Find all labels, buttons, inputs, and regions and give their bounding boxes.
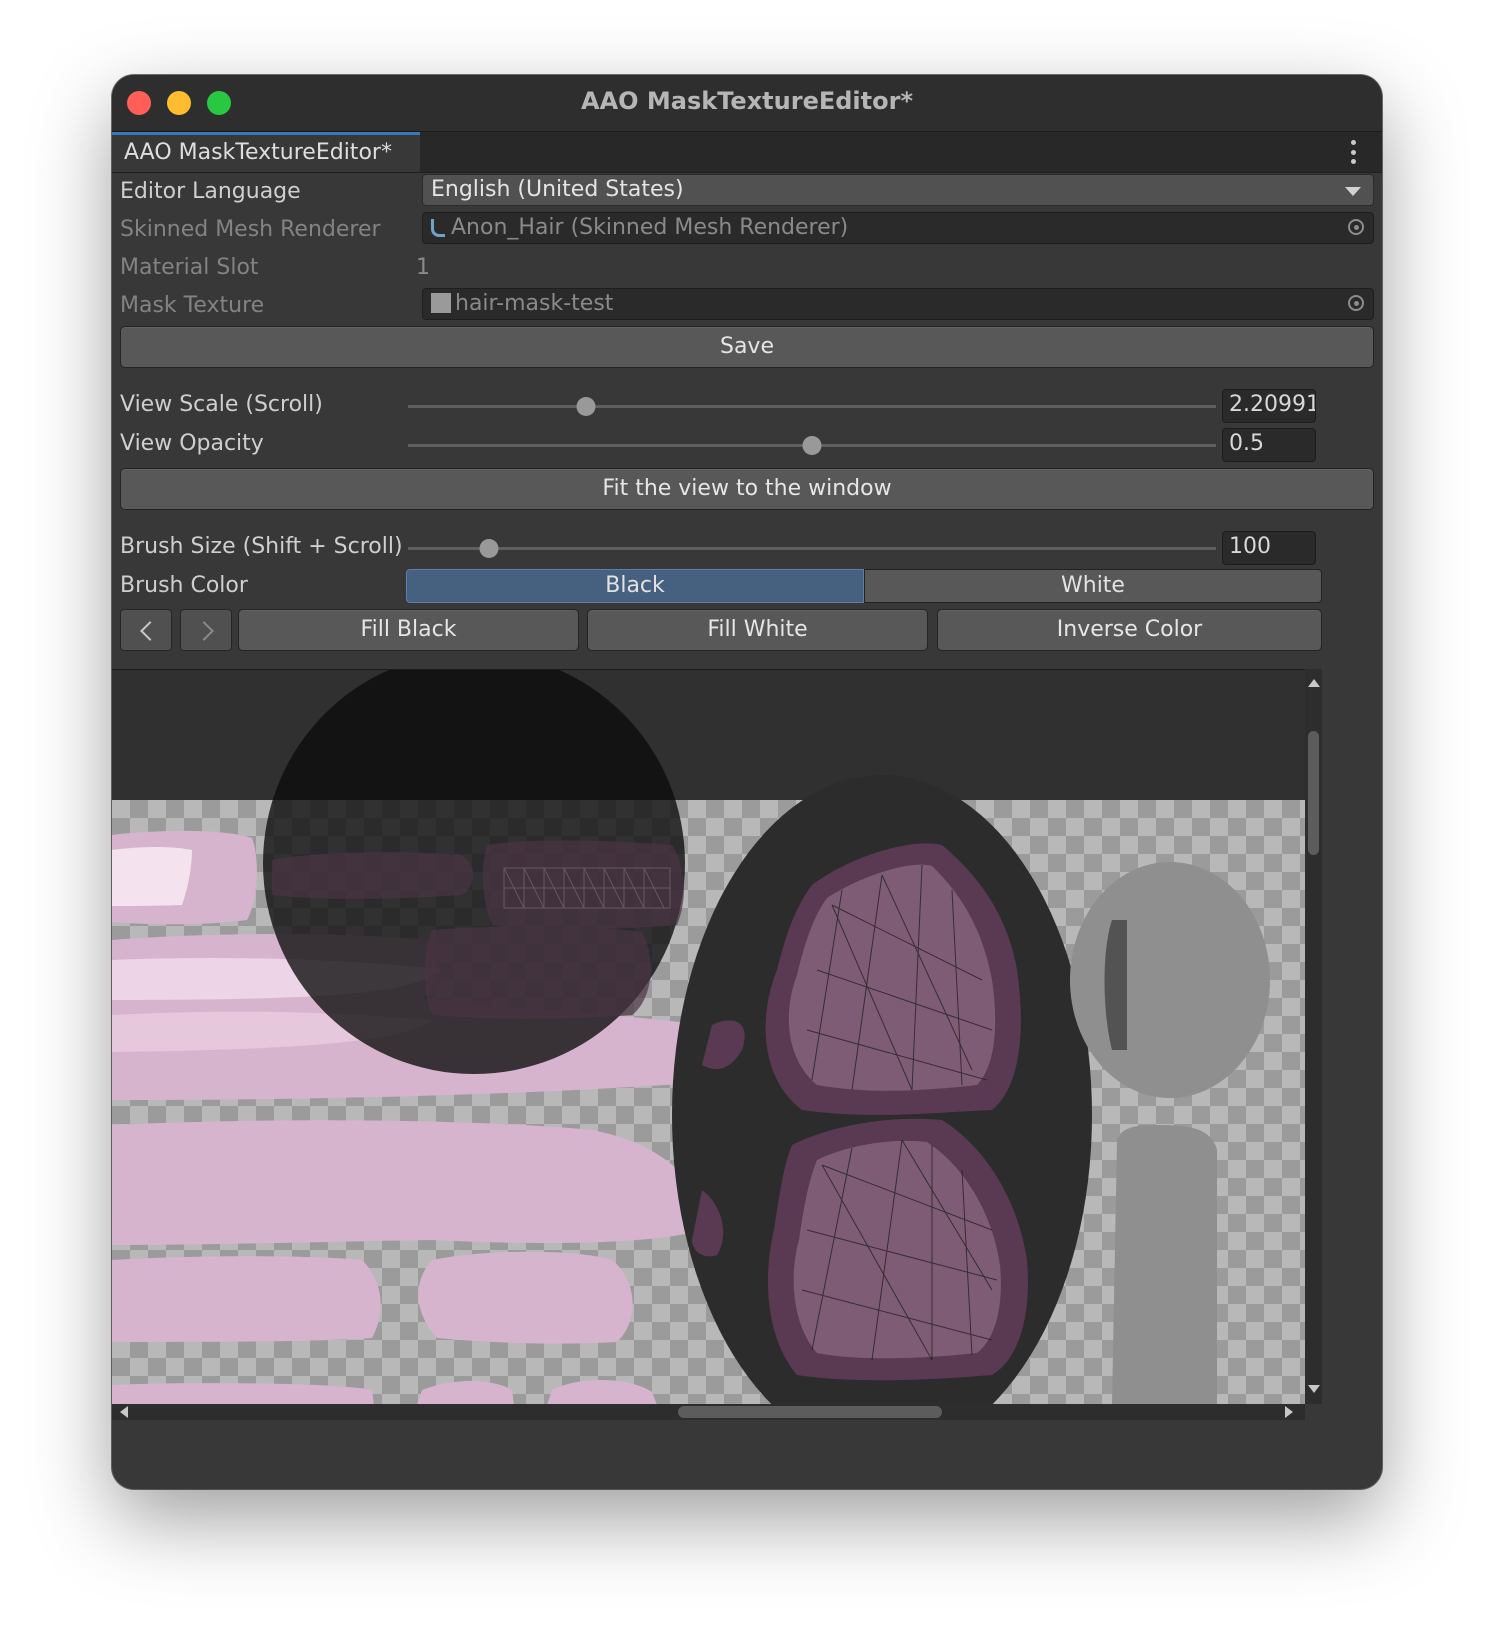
dropdown-arrow-icon bbox=[1345, 187, 1361, 196]
title-bar: AAO MaskTextureEditor* bbox=[112, 75, 1382, 132]
view-scale-slider-thumb[interactable] bbox=[576, 397, 596, 416]
view-opacity-slider[interactable] bbox=[408, 436, 1216, 455]
uv-overlay bbox=[112, 670, 1270, 1405]
view-scale-label: View Scale (Scroll) bbox=[120, 392, 323, 417]
skinned-mesh-renderer-label: Skinned Mesh Renderer bbox=[120, 217, 381, 242]
scroll-up-arrow-icon[interactable] bbox=[1308, 679, 1320, 687]
view-opacity-input[interactable]: 0.5 bbox=[1222, 428, 1316, 462]
mask-texture-label: Mask Texture bbox=[120, 293, 265, 318]
mask-texture-field: hair-mask-test bbox=[422, 288, 1374, 320]
texture-icon bbox=[431, 293, 451, 313]
view-scale-input[interactable]: 2.20991 bbox=[1222, 389, 1316, 423]
save-button[interactable]: Save bbox=[120, 326, 1374, 368]
view-scale-row: View Scale (Scroll) 2.20991 bbox=[112, 387, 1382, 425]
tab-strip: AAO MaskTextureEditor* bbox=[112, 132, 1382, 173]
brush-color-row: Brush Color Black White bbox=[112, 569, 1382, 605]
undo-icon bbox=[140, 621, 160, 641]
object-picker-icon bbox=[1348, 295, 1364, 311]
view-opacity-label: View Opacity bbox=[120, 431, 264, 456]
redo-button[interactable] bbox=[180, 609, 232, 651]
editor-language-value: English (United States) bbox=[431, 177, 684, 202]
brush-size-slider-thumb[interactable] bbox=[479, 539, 499, 558]
skinned-mesh-renderer-row: Skinned Mesh Renderer Anon_Hair (Skinned… bbox=[112, 210, 1382, 248]
fit-view-button[interactable]: Fit the view to the window bbox=[120, 468, 1374, 510]
mask-texture-row: Mask Texture hair-mask-test bbox=[112, 286, 1382, 324]
action-row: Fill Black Fill White Inverse Color bbox=[112, 609, 1382, 653]
mask-texture-value: hair-mask-test bbox=[455, 291, 614, 316]
brush-size-label: Brush Size (Shift + Scroll) bbox=[120, 534, 403, 559]
editor-language-row: Editor Language English (United States) bbox=[112, 172, 1382, 210]
material-slot-row: Material Slot 1 bbox=[112, 248, 1382, 286]
view-opacity-slider-thumb[interactable] bbox=[802, 436, 822, 455]
material-slot-label: Material Slot bbox=[120, 255, 259, 280]
scroll-down-arrow-icon[interactable] bbox=[1308, 1385, 1320, 1393]
skinned-mesh-renderer-value: Anon_Hair (Skinned Mesh Renderer) bbox=[451, 215, 849, 240]
window-title: AAO MaskTextureEditor* bbox=[581, 87, 913, 115]
fill-white-button[interactable]: Fill White bbox=[587, 609, 928, 651]
scroll-right-arrow-icon[interactable] bbox=[1285, 1406, 1293, 1418]
brush-size-row: Brush Size (Shift + Scroll) 100 bbox=[112, 529, 1382, 567]
redo-icon bbox=[194, 621, 214, 641]
brush-size-input[interactable]: 100 bbox=[1222, 531, 1316, 565]
editor-window: AAO MaskTextureEditor* AAO MaskTextureEd… bbox=[112, 75, 1382, 1489]
uv-islands-right bbox=[1070, 862, 1270, 1405]
editor-language-dropdown[interactable]: English (United States) bbox=[422, 174, 1374, 206]
uv-island-highlight bbox=[112, 847, 192, 906]
inverse-color-button[interactable]: Inverse Color bbox=[937, 609, 1322, 651]
kebab-menu-icon[interactable] bbox=[1350, 140, 1356, 164]
brush-color-white-option[interactable]: White bbox=[864, 569, 1322, 603]
brush-color-black-option[interactable]: Black bbox=[406, 569, 864, 603]
material-slot-value: 1 bbox=[416, 255, 430, 280]
undo-button[interactable] bbox=[120, 609, 172, 651]
skinned-mesh-renderer-field: Anon_Hair (Skinned Mesh Renderer) bbox=[422, 212, 1374, 244]
horizontal-scrollbar-thumb[interactable] bbox=[678, 1406, 942, 1418]
view-opacity-row: View Opacity 0.5 bbox=[112, 426, 1382, 464]
texture-preview-canvas[interactable] bbox=[112, 669, 1305, 1405]
view-scale-slider[interactable] bbox=[408, 397, 1216, 416]
brush-size-slider[interactable] bbox=[408, 539, 1216, 558]
brush-color-label: Brush Color bbox=[120, 573, 248, 598]
horizontal-scrollbar[interactable] bbox=[112, 1404, 1305, 1420]
editor-language-label: Editor Language bbox=[120, 179, 301, 204]
scroll-left-arrow-icon[interactable] bbox=[120, 1406, 128, 1418]
vertical-scrollbar[interactable] bbox=[1305, 669, 1322, 1404]
object-picker-icon bbox=[1348, 219, 1364, 235]
fill-black-button[interactable]: Fill Black bbox=[238, 609, 579, 651]
mesh-renderer-icon bbox=[431, 219, 445, 237]
vertical-scrollbar-thumb[interactable] bbox=[1308, 731, 1319, 855]
tab-mask-texture-editor[interactable]: AAO MaskTextureEditor* bbox=[112, 132, 420, 172]
